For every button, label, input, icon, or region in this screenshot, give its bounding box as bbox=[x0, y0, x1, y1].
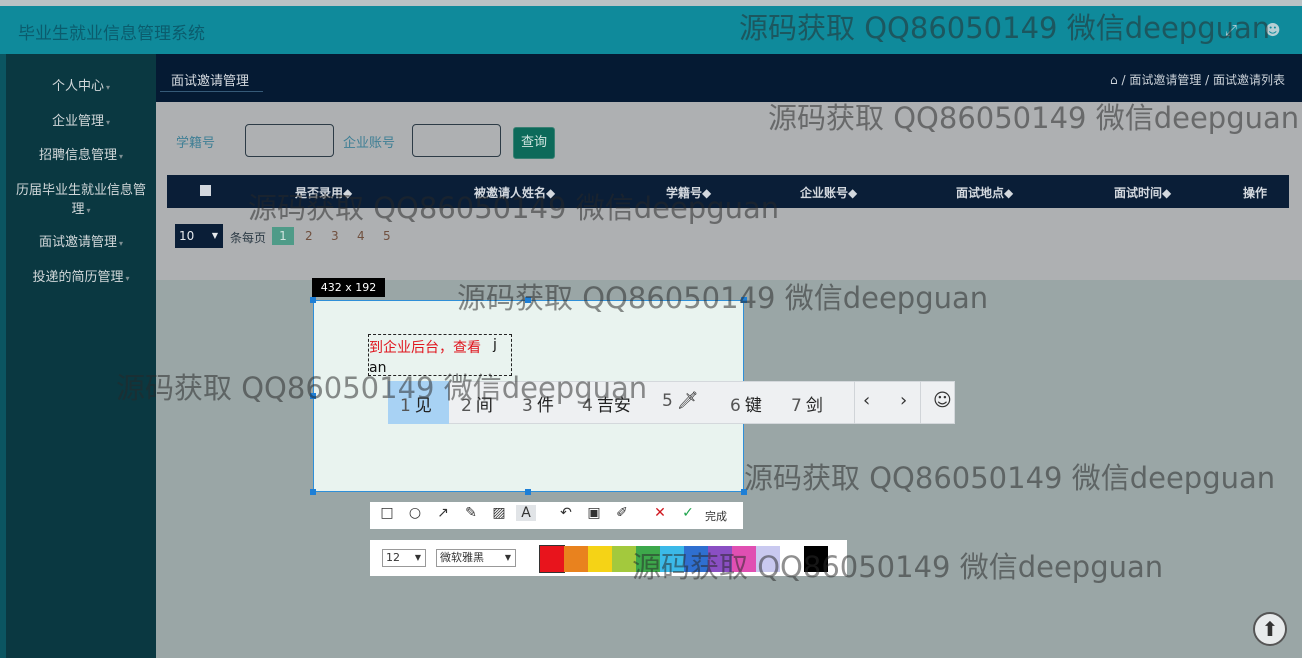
breadcrumb-path: / 面试邀请管理 / 面试邀请列表 bbox=[1121, 73, 1285, 87]
column-header-interview-location[interactable]: 面试地点◆ bbox=[956, 184, 1013, 201]
undo-icon[interactable]: ↶ bbox=[556, 505, 576, 521]
font-size-select[interactable]: 12 ▼ bbox=[382, 549, 426, 567]
company-account-input[interactable] bbox=[412, 124, 501, 157]
query-button[interactable]: 查询 bbox=[513, 127, 555, 159]
ime-next-page-icon[interactable]: › bbox=[900, 390, 907, 411]
rectangle-icon[interactable]: □ bbox=[377, 505, 397, 521]
sidebar-item-company-management[interactable]: 企业管理 ▾ bbox=[6, 112, 156, 132]
ime-candidate[interactable]: 7剑 bbox=[791, 391, 823, 416]
color-swatch[interactable] bbox=[684, 546, 708, 572]
color-swatch[interactable] bbox=[756, 546, 780, 572]
window-top-strip bbox=[0, 0, 1302, 6]
ime-candidate[interactable]: 6键 bbox=[730, 391, 762, 416]
column-header-invitee-name[interactable]: 被邀请人姓名◆ bbox=[474, 184, 555, 201]
page-5-button[interactable]: 5 bbox=[383, 229, 391, 243]
student-id-label: 学籍号 bbox=[176, 136, 216, 151]
page-3-button[interactable]: 3 bbox=[331, 229, 339, 243]
ime-candidate[interactable]: 5 🗡 bbox=[662, 391, 698, 411]
ime-pinyin-text: an bbox=[369, 360, 387, 376]
ime-divider bbox=[920, 381, 921, 424]
column-header-company-account[interactable]: 企业账号◆ bbox=[800, 184, 857, 201]
ime-candidate[interactable]: 2间 bbox=[461, 391, 493, 416]
arrow-up-icon: ⬆ bbox=[1261, 617, 1279, 641]
home-icon[interactable]: ⌂ bbox=[1110, 73, 1118, 87]
resize-handle[interactable] bbox=[741, 297, 747, 303]
company-account-label: 企业账号 bbox=[343, 136, 396, 151]
column-header-hired[interactable]: 是否录用◆ bbox=[295, 184, 352, 201]
done-button[interactable]: 完成 bbox=[705, 508, 727, 524]
student-id-input[interactable] bbox=[245, 124, 334, 157]
tab-underline bbox=[160, 91, 263, 92]
edit-icon[interactable]: ✐ bbox=[612, 505, 632, 521]
color-swatch[interactable] bbox=[708, 546, 732, 572]
color-swatch[interactable] bbox=[804, 546, 828, 572]
page-4-button[interactable]: 4 bbox=[357, 229, 365, 243]
page-1-button[interactable]: 1 bbox=[272, 227, 294, 245]
ime-prev-page-icon[interactable]: ‹ bbox=[863, 390, 870, 411]
sidebar bbox=[6, 54, 156, 658]
fullscreen-icon[interactable]: ⤢ bbox=[1225, 21, 1237, 39]
column-header-student-id[interactable]: 学籍号◆ bbox=[666, 184, 711, 201]
mosaic-icon[interactable]: ▨ bbox=[489, 505, 509, 521]
ime-divider bbox=[854, 381, 855, 424]
color-swatch[interactable] bbox=[539, 545, 565, 573]
color-swatch[interactable] bbox=[660, 546, 684, 572]
ime-candidate[interactable]: 1见 bbox=[400, 391, 432, 416]
column-header-actions: 操作 bbox=[1243, 186, 1268, 200]
capture-size-label: 432 x 192 bbox=[312, 278, 385, 297]
color-swatch[interactable] bbox=[588, 546, 612, 572]
ime-candidate[interactable]: 3件 bbox=[522, 391, 554, 416]
color-swatch[interactable] bbox=[612, 546, 636, 572]
resize-handle[interactable] bbox=[310, 489, 316, 495]
arrow-icon[interactable]: ↗ bbox=[433, 505, 453, 521]
sidebar-item-graduate-employment[interactable]: 历届毕业生就业信息管理 ▾ bbox=[6, 181, 156, 220]
ellipse-icon[interactable]: ○ bbox=[405, 505, 425, 521]
font-family-select[interactable]: 微软雅黑 ▼ bbox=[436, 549, 516, 567]
resize-handle[interactable] bbox=[525, 297, 531, 303]
color-swatch[interactable] bbox=[732, 546, 756, 572]
breadcrumb: ⌂ / 面试邀请管理 / 面试邀请列表 bbox=[1110, 71, 1285, 88]
scroll-to-top-button[interactable]: ⬆ bbox=[1253, 612, 1287, 646]
resize-handle[interactable] bbox=[310, 393, 316, 399]
resize-handle[interactable] bbox=[310, 297, 316, 303]
column-header-interview-time[interactable]: 面试时间◆ bbox=[1114, 184, 1171, 201]
sidebar-item-personal-center[interactable]: 个人中心 ▾ bbox=[6, 77, 156, 97]
resize-handle[interactable] bbox=[741, 489, 747, 495]
pencil-icon[interactable]: ✎ bbox=[461, 505, 481, 521]
sidebar-item-recruitment-management[interactable]: 招聘信息管理 ▾ bbox=[6, 146, 156, 166]
annotation-typed-text: 到企业后台，查看 bbox=[369, 340, 481, 356]
annotation-composing-char: j bbox=[493, 337, 497, 353]
page-size-select[interactable]: 10 ▼ bbox=[175, 224, 223, 248]
user-icon[interactable]: ☻ bbox=[1265, 21, 1281, 39]
color-swatch[interactable] bbox=[636, 546, 660, 572]
tab-interview-invitation[interactable]: 面试邀请管理 bbox=[171, 70, 249, 89]
color-swatch[interactable] bbox=[564, 546, 588, 572]
save-icon[interactable]: ▣ bbox=[584, 505, 604, 521]
color-swatch[interactable] bbox=[780, 546, 804, 572]
sidebar-item-interview-invitation[interactable]: 面试邀请管理 ▾ bbox=[6, 233, 156, 253]
chevron-down-icon: ▼ bbox=[211, 231, 218, 240]
resize-handle[interactable] bbox=[525, 489, 531, 495]
app-title: 毕业生就业信息管理系统 bbox=[18, 24, 205, 44]
page-2-button[interactable]: 2 bbox=[305, 229, 313, 243]
select-all-checkbox[interactable] bbox=[200, 185, 211, 196]
cancel-icon[interactable]: ✕ bbox=[650, 505, 670, 521]
confirm-check-icon[interactable]: ✓ bbox=[678, 505, 698, 521]
sidebar-item-resume-management[interactable]: 投递的简历管理 ▾ bbox=[6, 268, 156, 288]
ime-emoji-icon[interactable]: ☺ bbox=[933, 390, 952, 411]
ime-candidate[interactable]: 4 吉安 bbox=[582, 391, 631, 416]
text-tool-icon[interactable]: A bbox=[516, 505, 536, 521]
per-page-label: 条每页 bbox=[230, 231, 267, 245]
